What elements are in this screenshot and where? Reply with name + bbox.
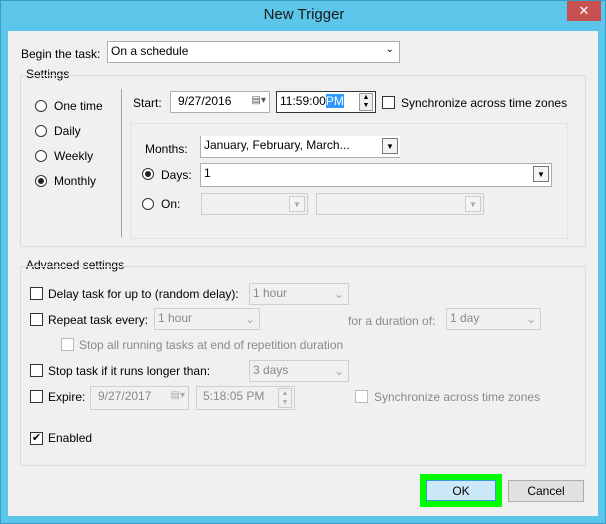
days-select[interactable]: 1 ▼	[200, 163, 552, 187]
enabled-checkbox[interactable]: ✔	[30, 432, 43, 445]
on-week-select[interactable]: ▼	[201, 193, 308, 215]
start-date-picker[interactable]: 9/27/2016 ▤▾	[170, 91, 270, 113]
delay-select[interactable]: 1 hour ⌄	[249, 283, 349, 305]
expire-date-picker[interactable]: 9/27/2017 ▤▾	[90, 386, 189, 410]
chevron-down-icon: ⌄	[525, 312, 536, 326]
radio-one-time[interactable]	[35, 100, 47, 112]
months-label: Months:	[145, 142, 188, 156]
radio-monthly[interactable]	[35, 175, 47, 187]
stop-all-checkbox[interactable]	[61, 338, 74, 351]
radio-days[interactable]	[142, 168, 154, 180]
repeat-value: 1 hour	[158, 311, 193, 325]
close-icon: ✕	[578, 3, 590, 18]
delay-value: 1 hour	[253, 286, 288, 300]
begin-label: Begin the task:	[21, 47, 101, 61]
stop-all-label: Stop all running tasks at end of repetit…	[79, 338, 344, 352]
on-label: On:	[161, 197, 181, 211]
repeat-select[interactable]: 1 hour ⌄	[154, 308, 260, 330]
cancel-button[interactable]: Cancel	[508, 480, 584, 502]
spinner-icon[interactable]: ▲ ▼	[359, 93, 373, 111]
checkmark-icon: ✔	[31, 432, 42, 444]
close-button[interactable]: ✕	[567, 1, 601, 21]
repeat-checkbox[interactable]	[30, 313, 43, 326]
chevron-down-icon: ⌄	[244, 312, 255, 326]
delay-checkbox[interactable]	[30, 287, 43, 300]
start-time: 11:59:00	[280, 94, 326, 108]
on-day-select[interactable]: ▼	[316, 193, 484, 215]
start-label: Start:	[133, 96, 162, 110]
stop-label: Stop task if it runs longer than:	[48, 364, 211, 378]
sync-checkbox[interactable]	[382, 96, 395, 109]
expire-date: 9/27/2017	[98, 389, 152, 403]
chevron-down-icon: ⌄	[385, 44, 394, 55]
stop-checkbox[interactable]	[30, 364, 43, 377]
months-select[interactable]: January, February, March... ▼	[200, 136, 400, 158]
delay-label: Delay task for up to (random delay):	[48, 287, 239, 301]
radio-weekly[interactable]	[35, 150, 47, 162]
duration-label: for a duration of:	[348, 314, 436, 328]
monthly-label: Monthly	[54, 174, 97, 188]
expire-sync-checkbox[interactable]	[355, 390, 368, 403]
months-value: January, February, March...	[204, 138, 350, 152]
expire-label: Expire:	[48, 390, 86, 404]
chevron-down-icon: ▼	[533, 166, 549, 182]
days-label: Days:	[161, 168, 192, 182]
divider	[121, 89, 122, 237]
days-value: 1	[204, 166, 211, 180]
start-time-field[interactable]: 11:59:00PM ▲ ▼	[276, 91, 376, 113]
expire-sync-label: Synchronize across time zones	[374, 390, 541, 404]
calendar-icon[interactable]: ▤▾	[252, 95, 266, 106]
begin-task-select[interactable]: On a schedule ⌄	[107, 41, 400, 63]
spinner-icon[interactable]: ▲ ▼	[278, 388, 292, 408]
expire-checkbox[interactable]	[30, 390, 43, 403]
chevron-down-icon: ▼	[465, 196, 481, 212]
duration-value: 1 day	[450, 311, 480, 325]
chevron-down-icon: ⌄	[333, 364, 344, 378]
weekly-label: Weekly	[54, 149, 94, 163]
radio-daily[interactable]	[35, 125, 47, 137]
duration-select[interactable]: 1 day ⌄	[446, 308, 541, 330]
enabled-label: Enabled	[48, 431, 93, 445]
expire-time-field[interactable]: 5:18:05 PM ▲ ▼	[196, 386, 295, 410]
dialog-body: Begin the task: On a schedule ⌄ Settings …	[8, 31, 598, 516]
begin-value: On a schedule	[111, 44, 189, 58]
expire-time: 5:18:05 PM	[203, 389, 265, 403]
one-time-label: One time	[54, 99, 103, 113]
calendar-icon[interactable]: ▤▾	[171, 390, 185, 401]
chevron-down-icon: ⌄	[333, 287, 344, 301]
sync-label: Synchronize across time zones	[401, 96, 568, 110]
chevron-down-icon: ▼	[382, 138, 398, 154]
window-title: New Trigger	[263, 6, 345, 23]
stop-select[interactable]: 3 days ⌄	[249, 360, 349, 382]
start-ampm: PM	[325, 94, 344, 108]
radio-on[interactable]	[142, 198, 154, 210]
start-date: 9/27/2016	[178, 94, 232, 108]
repeat-label: Repeat task every:	[48, 313, 149, 327]
daily-label: Daily	[54, 124, 81, 138]
ok-button[interactable]: OK	[426, 480, 496, 501]
chevron-down-icon: ▼	[289, 196, 305, 212]
stop-value: 3 days	[253, 363, 289, 377]
